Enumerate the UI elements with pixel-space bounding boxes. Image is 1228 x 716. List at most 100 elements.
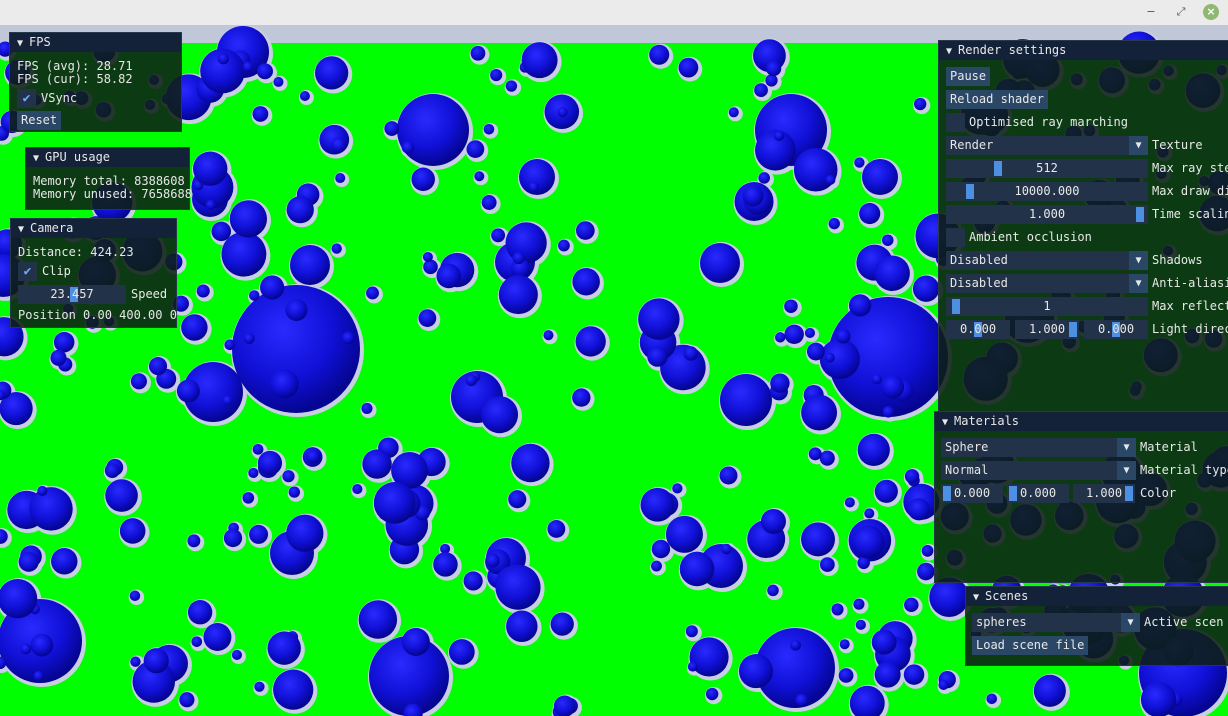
sphere (401, 141, 415, 154)
dropdown-arrow-icon[interactable]: ▼ (1129, 136, 1148, 155)
sphere (719, 466, 738, 485)
dropdown-arrow-icon[interactable]: ▼ (1117, 438, 1136, 457)
anti-aliasing-label: Anti-aliasi (1152, 276, 1228, 290)
sphere (986, 693, 998, 705)
max-ray-steps-label: Max ray ste (1152, 161, 1228, 175)
sphere (801, 394, 838, 431)
sphere (119, 518, 146, 544)
sphere (448, 639, 475, 665)
sphere (335, 173, 346, 184)
max-draw-distance-slider[interactable]: 10000.000 (946, 182, 1148, 201)
sphere (640, 487, 675, 522)
pause-button[interactable]: Pause (946, 67, 991, 86)
dropdown-arrow-icon[interactable]: ▼ (1129, 274, 1148, 293)
sphere (773, 130, 785, 142)
collapse-arrow-icon[interactable]: ▼ (973, 588, 985, 606)
sphere (306, 449, 320, 464)
camera-panel-title[interactable]: ▼ Camera (11, 219, 176, 238)
optimised-ray-marching-label: Optimised ray marching (969, 115, 1128, 129)
sphere (483, 123, 495, 135)
render-panel-title[interactable]: ▼ Render settings (939, 41, 1228, 60)
sphere (864, 508, 875, 519)
load-scene-file-button[interactable]: Load scene file (972, 636, 1089, 655)
color-g[interactable]: 0.000 (1007, 484, 1069, 503)
collapse-arrow-icon[interactable]: ▼ (18, 220, 30, 238)
memory-unused: Memory unused: 7658688 (33, 187, 192, 201)
speed-slider[interactable]: 23.457 (18, 285, 126, 304)
sphere (855, 619, 866, 630)
sphere (767, 584, 779, 597)
scenes-panel-title[interactable]: ▼ Scenes (966, 587, 1228, 606)
camera-panel: ▼ Camera Distance: 424.23 ✔ Clip 23.457 S… (10, 218, 177, 328)
sphere (765, 60, 782, 77)
fps-panel-title[interactable]: ▼ FPS (10, 33, 181, 52)
sphere (874, 479, 898, 503)
dropdown-arrow-icon[interactable]: ▼ (1129, 251, 1148, 270)
active-scene-combo[interactable]: spheres ▼ (972, 613, 1140, 632)
material-type-label: Material type (1140, 463, 1228, 477)
shadows-value: Disabled (950, 253, 1008, 267)
optimised-ray-marching-checkbox[interactable] (946, 113, 965, 132)
sphere (433, 552, 458, 577)
time-scale-slider[interactable]: 1.000 (946, 205, 1148, 224)
sphere (871, 374, 882, 385)
sphere (217, 53, 229, 65)
light-dir-x[interactable]: 0.000 (946, 320, 1010, 339)
max-draw-distance-label: Max draw di (1152, 184, 1228, 198)
sphere (495, 564, 541, 610)
clip-checkbox[interactable]: ✔ (18, 262, 37, 281)
collapse-arrow-icon[interactable]: ▼ (942, 413, 954, 431)
sphere (728, 107, 739, 118)
dropdown-arrow-icon[interactable]: ▼ (1117, 461, 1136, 480)
sphere (29, 487, 73, 531)
sphere (269, 369, 299, 399)
vsync-checkbox[interactable]: ✔ (17, 89, 36, 108)
anti-aliasing-combo[interactable]: Disabled ▼ (946, 274, 1148, 293)
collapse-arrow-icon[interactable]: ▼ (946, 42, 958, 60)
scenes-panel: ▼ Scenes spheres ▼ Active scen Load scene… (965, 586, 1228, 666)
sphere (638, 298, 680, 340)
ambient-occlusion-checkbox[interactable] (946, 228, 965, 247)
sphere (839, 639, 850, 650)
material-combo[interactable]: Sphere ▼ (941, 438, 1136, 457)
collapse-arrow-icon[interactable]: ▼ (17, 34, 29, 52)
material-type-value: Normal (945, 463, 989, 477)
window-titlebar: − ⤢ × (0, 0, 1228, 26)
sphere (480, 396, 519, 434)
maximize-icon[interactable]: ⤢ (1173, 4, 1189, 20)
sphere (874, 661, 901, 688)
sphere (672, 483, 683, 494)
sphere (678, 57, 699, 78)
texture-combo[interactable]: Render ▼ (946, 136, 1148, 155)
material-type-combo[interactable]: Normal ▼ (941, 461, 1136, 480)
minimize-icon[interactable]: − (1143, 4, 1159, 20)
light-z-value: 0.000 (1097, 322, 1135, 336)
color-r[interactable]: 0.000 (941, 484, 1003, 503)
gpu-panel-title[interactable]: ▼ GPU usage (26, 148, 189, 167)
sphere (129, 590, 141, 602)
materials-panel-title[interactable]: ▼ Materials (935, 412, 1228, 431)
sphere (857, 433, 890, 466)
sphere (256, 63, 273, 80)
light-dir-y[interactable]: 1.000 (1015, 320, 1079, 339)
max-reflections-slider[interactable]: 1 (946, 297, 1148, 316)
sphere (1140, 681, 1177, 716)
max-ray-steps-slider[interactable]: 512 (946, 159, 1148, 178)
sphere (720, 374, 772, 426)
close-icon[interactable]: × (1203, 4, 1219, 20)
sphere (299, 91, 310, 102)
dropdown-arrow-icon[interactable]: ▼ (1121, 613, 1140, 632)
sphere (853, 598, 865, 610)
sphere (37, 485, 48, 496)
collapse-arrow-icon[interactable]: ▼ (33, 149, 45, 167)
light-dir-z[interactable]: 0.000 (1084, 320, 1148, 339)
active-scene-label: Active scen (1144, 615, 1224, 629)
sphere (361, 402, 373, 415)
sphere (267, 631, 301, 665)
camera-title-text: Camera (30, 221, 74, 235)
reload-shader-button[interactable]: Reload shader (946, 90, 1048, 109)
sphere (687, 661, 698, 672)
reset-button[interactable]: Reset (17, 111, 62, 130)
color-b[interactable]: 1.000 (1073, 484, 1135, 503)
shadows-combo[interactable]: Disabled ▼ (946, 251, 1148, 270)
